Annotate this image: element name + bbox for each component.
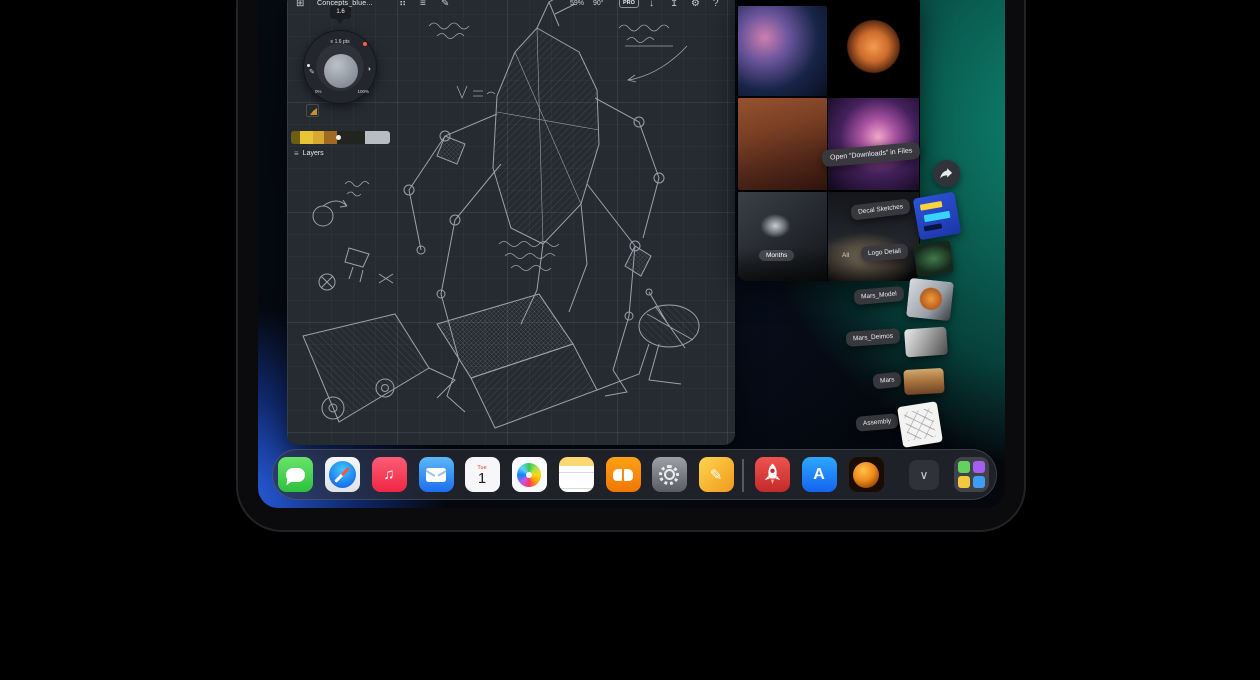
- layers-panel-header[interactable]: ≡ Layers: [294, 149, 324, 158]
- segment-all[interactable]: All: [842, 252, 849, 259]
- drag-item-thumbnail-mars-model[interactable]: [906, 278, 954, 321]
- photo-thumbnail-nebula[interactable]: [738, 6, 827, 96]
- home-grid-icon[interactable]: ⊞: [296, 0, 304, 11]
- drag-item-thumbnail-decal-sketches[interactable]: [913, 192, 962, 241]
- wheel-contrast-icon[interactable]: ◑: [367, 66, 371, 73]
- wheel-accent-dot: [363, 42, 367, 46]
- wheel-menu-icon: ≡: [330, 39, 333, 45]
- share-forward-bubble[interactable]: [933, 160, 960, 187]
- dock-app-orange-planet[interactable]: [849, 457, 884, 492]
- dock-app-rocket[interactable]: [755, 457, 790, 492]
- download-icon[interactable]: ↓: [649, 0, 654, 11]
- appstore-a-icon: A: [813, 466, 825, 484]
- forward-arrow-icon: [939, 166, 954, 181]
- drag-item-thumbnail-mars[interactable]: [903, 368, 944, 395]
- swatch[interactable]: [365, 131, 390, 144]
- dock-hide-chevron[interactable]: ∨: [909, 460, 939, 490]
- dock-app-notes[interactable]: [559, 457, 594, 492]
- dock-app-photos[interactable]: [512, 457, 547, 492]
- drag-item-thumbnail-assembly[interactable]: [897, 401, 943, 448]
- pen-tool-icon[interactable]: ✎: [441, 0, 449, 11]
- ipad-screen: ⊞ Concepts_blue... ⠿ ≡ ✎ 59% 90° PRO ↓ ↥…: [258, 0, 1005, 508]
- swatch[interactable]: [313, 131, 324, 144]
- dock-app-messages[interactable]: [278, 457, 313, 492]
- settings-gear-icon[interactable]: ⚙: [691, 0, 700, 11]
- drag-item-thumbnail-mars-deimos[interactable]: [904, 327, 948, 358]
- flower-icon: [517, 463, 541, 487]
- dock-app-safari[interactable]: [325, 457, 360, 492]
- swatch[interactable]: [337, 131, 365, 144]
- brush-wheel[interactable]: ≡ 1.6 pts ✎ ◑ 0% 100%: [303, 30, 377, 104]
- photo-thumbnail-mars[interactable]: [828, 6, 919, 96]
- envelope-icon: [426, 468, 446, 482]
- planet-icon: [853, 462, 879, 488]
- dock-app-mail[interactable]: [419, 457, 454, 492]
- opacity-min-label: 0%: [315, 89, 322, 94]
- wheel-marker-dot: [307, 64, 310, 67]
- dock-app-library[interactable]: [954, 457, 989, 492]
- dock-app-appstore[interactable]: A: [802, 457, 837, 492]
- brush-preview-hub[interactable]: [324, 54, 358, 88]
- share-icon[interactable]: ↥: [670, 0, 678, 11]
- concepts-toolbar: ⊞ Concepts_blue... ⠿ ≡ ✎ 59% 90° PRO ↓ ↥…: [287, 0, 735, 18]
- brush-size-value: 1.6 pts: [335, 39, 350, 45]
- dock: ♫ Tue 1 ✎ A ∨: [272, 449, 997, 500]
- compass-icon: [329, 461, 356, 488]
- gear-icon: [659, 465, 679, 485]
- dock-app-pencil[interactable]: ✎: [699, 457, 734, 492]
- dock-app-settings[interactable]: [652, 457, 687, 492]
- pro-badge[interactable]: PRO: [619, 0, 639, 8]
- layers-title: Layers: [303, 150, 324, 157]
- photos-app-window[interactable]: Months All: [737, 0, 920, 281]
- help-icon[interactable]: ?: [713, 0, 719, 11]
- dock-app-calendar[interactable]: Tue 1: [465, 457, 500, 492]
- pencil-icon: ✎: [710, 466, 723, 484]
- open-book-icon: [613, 469, 633, 481]
- concepts-app-window[interactable]: ⊞ Concepts_blue... ⠿ ≡ ✎ 59% 90° PRO ↓ ↥…: [287, 0, 735, 445]
- dock-app-music[interactable]: ♫: [372, 457, 407, 492]
- wheel-pen-icon[interactable]: ✎: [309, 68, 315, 76]
- swatch[interactable]: [291, 131, 300, 144]
- app-library-icon: [958, 461, 985, 488]
- segment-months[interactable]: Months: [759, 250, 794, 261]
- layers-menu-icon[interactable]: ≡: [294, 149, 299, 158]
- swatch-selection-dot: [336, 135, 341, 140]
- menu-icon[interactable]: ≡: [420, 0, 426, 11]
- music-note-icon: ♫: [383, 466, 394, 483]
- zoom-level[interactable]: 59%: [570, 0, 584, 7]
- opacity-max-label: 100%: [357, 89, 369, 94]
- dots-grid-icon[interactable]: ⠿: [399, 0, 406, 11]
- swatch[interactable]: [300, 131, 313, 144]
- active-brush-chip[interactable]: [306, 104, 319, 117]
- rocket-icon: [755, 457, 790, 492]
- dock-divider: [742, 459, 744, 492]
- speech-bubble-icon: [286, 468, 305, 482]
- brush-size-tag: 1.6: [330, 6, 351, 19]
- chevron-down-icon: ∨: [920, 468, 929, 482]
- photo-thumbnail-mars-surface[interactable]: [738, 98, 827, 190]
- desktop: ⊞ Concepts_blue... ⠿ ≡ ✎ 59% 90° PRO ↓ ↥…: [0, 0, 1260, 680]
- rotation-angle[interactable]: 90°: [593, 0, 604, 7]
- dock-app-books[interactable]: [606, 457, 641, 492]
- calendar-day: 1: [478, 471, 486, 487]
- drag-item-thumbnail-logo-detail[interactable]: [913, 240, 954, 277]
